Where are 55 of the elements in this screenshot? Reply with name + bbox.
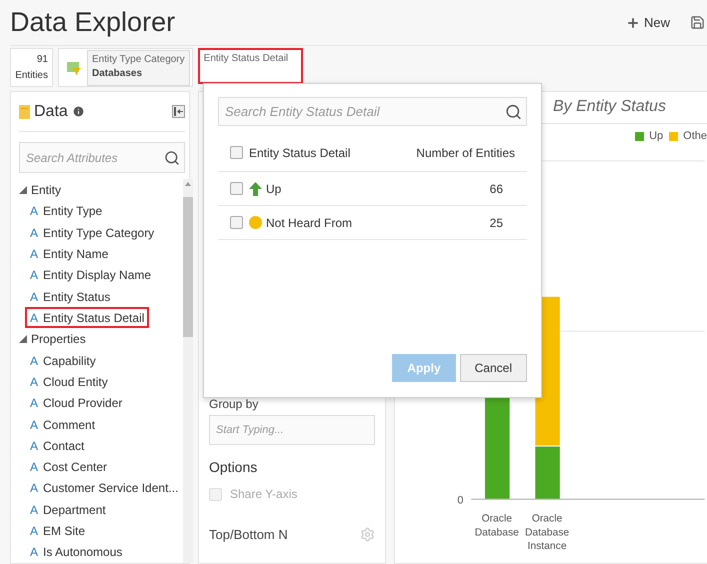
expand-triangle-icon[interactable] <box>19 335 27 344</box>
attribute-item[interactable]: A Entity Status Detail <box>25 307 150 328</box>
save-icon[interactable] <box>690 15 705 30</box>
attribute-item[interactable]: A Customer Service Ident... <box>25 478 184 500</box>
popup-button[interactable]: Cancel <box>460 354 527 382</box>
attribute-item[interactable]: A Department <box>25 499 111 520</box>
group-by-field[interactable]: Start Typing... <box>209 415 375 445</box>
attribute-item[interactable]: A Cloud Entity <box>25 371 113 393</box>
attribute-item[interactable]: A Entity Status <box>25 286 116 308</box>
attribute-item[interactable]: A Contact <box>25 435 90 457</box>
collapse-panel-icon[interactable] <box>172 105 185 118</box>
search-icon[interactable] <box>505 103 522 120</box>
row-checkbox[interactable] <box>230 182 243 195</box>
legend-item: Othe <box>669 130 707 142</box>
group-by-label: Group by <box>209 397 260 411</box>
search-field[interactable]: Search Attributes <box>19 142 185 173</box>
entity-count: 91 Entities <box>10 48 53 87</box>
plus-icon <box>626 16 640 30</box>
entity-count-cell: 25 <box>490 216 503 230</box>
page-title: Data Explorer <box>10 7 176 38</box>
row-checkbox[interactable] <box>230 216 243 229</box>
top-bottom-label: Top/Bottom N <box>209 527 288 542</box>
tree-group[interactable]: Properties <box>31 332 86 346</box>
attribute-item[interactable]: A Comment <box>25 414 100 436</box>
filter-chip[interactable]: Entity Type Category Databases <box>87 50 190 86</box>
document-icon <box>19 104 30 118</box>
circle-icon <box>249 216 262 229</box>
attribute-item[interactable]: A Is Autonomous <box>25 542 128 563</box>
legend-item: Up <box>635 130 664 142</box>
column-header: Entity Status Detail <box>249 146 352 160</box>
attribute-item[interactable]: A EM Site <box>25 520 90 542</box>
entity-count-cell: 66 <box>490 182 503 196</box>
column-header: Number of Entities <box>416 146 515 160</box>
tree-group[interactable]: Entity <box>31 182 62 197</box>
select-all-checkbox[interactable] <box>230 146 243 159</box>
attribute-item[interactable]: A Entity Display Name <box>25 264 156 286</box>
expand-triangle-icon[interactable] <box>19 186 27 194</box>
search-field[interactable]: Search Entity Status Detail <box>218 97 527 126</box>
status-label: Up <box>266 182 282 196</box>
attribute-item[interactable]: A Capability <box>25 350 101 372</box>
attribute-item[interactable]: A Entity Name <box>25 243 114 265</box>
chart-title: By Entity Status <box>553 98 666 116</box>
new-button[interactable]: New <box>624 13 672 32</box>
panel-title: Data <box>34 102 68 120</box>
options-heading: Options <box>209 459 258 475</box>
scrollbar[interactable] <box>183 179 194 563</box>
attribute-item[interactable]: A Entity Type <box>25 200 108 222</box>
info-icon[interactable] <box>72 105 85 118</box>
attribute-item[interactable]: A Cost Center <box>25 456 112 478</box>
up-arrow-icon <box>249 182 262 196</box>
filter-chip[interactable]: Entity Status Detail <box>198 48 303 84</box>
status-label: Not Heard From <box>266 216 354 230</box>
attribute-item[interactable]: A Cloud Provider <box>25 392 128 414</box>
attribute-item[interactable]: A Entity Type Category <box>25 222 160 244</box>
search-icon[interactable] <box>164 150 180 166</box>
